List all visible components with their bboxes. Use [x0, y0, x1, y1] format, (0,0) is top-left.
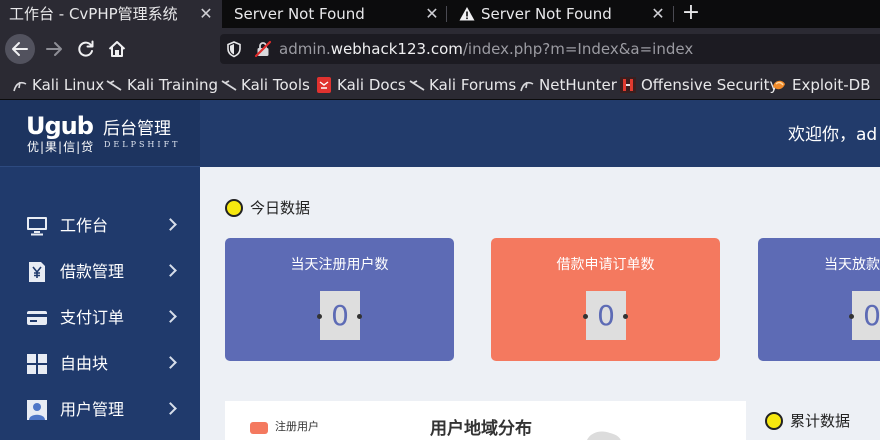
chart-title: 用户地域分布	[430, 419, 532, 439]
legend-swatch[interactable]	[250, 422, 268, 434]
tab-title: Server Not Found	[234, 5, 365, 23]
top-header: 欢迎你，ad	[200, 100, 880, 167]
card-title: 当天放款	[824, 257, 880, 273]
back-button[interactable]	[5, 34, 35, 64]
welcome-text: 欢迎你，ad	[788, 125, 878, 145]
brand-subtitle: DELPSHIFT	[104, 140, 181, 149]
cumulative-section-title: 累计数据	[790, 412, 851, 430]
chevron-right-icon	[164, 402, 177, 415]
kali-docs-icon	[317, 77, 331, 93]
sidebar-item-label: 用户管理	[60, 400, 125, 419]
close-tab-icon[interactable]: ✕	[422, 0, 442, 28]
kali-dragon-icon	[520, 81, 534, 92]
legend-label[interactable]: 注册用户	[275, 420, 319, 434]
tab-divider	[673, 6, 674, 22]
card-daily-disbursement: 当天放款 0	[758, 238, 880, 361]
kali-dragon-icon	[13, 81, 27, 92]
home-button[interactable]	[102, 34, 132, 64]
tab-server-not-found-2[interactable]: Server Not Found ✕	[447, 0, 673, 28]
smiley-icon	[765, 412, 783, 430]
tab-title: Server Not Found	[481, 5, 612, 23]
forward-button[interactable]	[40, 34, 70, 64]
sidebar-item-label: 自由块	[60, 354, 109, 373]
sidebar-item-label: 工作台	[60, 216, 109, 235]
chevron-right-icon	[164, 218, 177, 231]
sidebar-item-workbench[interactable]: 工作台	[0, 203, 200, 249]
bookmark-nethunter[interactable]: NetHunter	[539, 76, 617, 94]
url-path: /index.php?m=Index&a=index	[462, 40, 694, 58]
shield-icon[interactable]	[225, 40, 243, 58]
back-arrow-icon	[12, 42, 28, 56]
kali-dragon-icon	[221, 80, 237, 91]
bookmark-kali-linux[interactable]: Kali Linux	[32, 76, 104, 94]
brand-logo-subtext: 优|果|信|贷	[27, 140, 95, 154]
bookmark-kali-docs[interactable]: Kali Docs	[337, 76, 406, 94]
card-value: 0	[586, 291, 626, 340]
close-tab-icon[interactable]: ✕	[196, 0, 216, 28]
bookmark-offensive-security[interactable]: Offensive Security	[641, 76, 778, 94]
reload-button[interactable]	[71, 34, 101, 64]
sidebar-item-users[interactable]: 用户管理	[0, 387, 200, 433]
card-value: 0	[320, 291, 360, 340]
today-section-title: 今日数据	[250, 199, 311, 217]
new-tab-plus-icon[interactable]: +	[680, 0, 702, 28]
bookmark-kali-forums[interactable]: Kali Forums	[429, 76, 516, 94]
card-registered-users: 当天注册用户数 0	[225, 238, 454, 361]
tab-title: 工作台 - CvPHP管理系统	[9, 5, 178, 23]
offsec-icon	[620, 77, 636, 93]
bookmark-kali-training[interactable]: Kali Training	[127, 76, 218, 94]
url-text[interactable]: admin.webhack123.com/index.php?m=Index&a…	[279, 39, 693, 59]
url-prefix: admin.	[279, 40, 331, 58]
sidebar-item-free-blocks[interactable]: 自由块	[0, 341, 200, 387]
forward-arrow-icon	[46, 42, 62, 56]
warning-icon	[459, 7, 475, 21]
chevron-right-icon	[164, 356, 177, 369]
home-icon	[108, 41, 126, 57]
browser-tab-bar: 工作台 - CvPHP管理系统 ✕ Server Not Found ✕ Ser…	[0, 0, 880, 28]
grid-icon	[27, 354, 47, 374]
card-dot	[357, 314, 362, 319]
sidebar: Ugub 优|果|信|贷 后台管理 DELPSHIFT 工作台 借款管理 支付订…	[0, 100, 200, 440]
bookmarks-toolbar: Kali Linux Kali Training Kali Tools Kali…	[0, 70, 880, 100]
monitor-icon	[27, 217, 47, 236]
bookmark-kali-tools[interactable]: Kali Tools	[241, 76, 310, 94]
reload-icon	[78, 40, 94, 57]
bookmark-exploit-db[interactable]: Exploit-DB	[792, 76, 871, 94]
close-tab-icon[interactable]: ✕	[648, 0, 668, 28]
card-dot	[317, 314, 322, 319]
chevron-right-icon	[164, 310, 177, 323]
tab-server-not-found-1[interactable]: Server Not Found ✕	[222, 0, 446, 28]
sidebar-item-label: 支付订单	[60, 308, 125, 327]
kali-dragon-icon	[409, 80, 425, 91]
tab-admin[interactable]: 工作台 - CvPHP管理系统 ✕	[0, 0, 222, 28]
sidebar-item-payment-orders[interactable]: 支付订单	[0, 295, 200, 341]
china-map-shape	[587, 431, 621, 440]
url-host: webhack123.com	[330, 40, 463, 58]
insecure-lock-icon[interactable]	[254, 40, 272, 58]
admin-page: Ugub 优|果|信|贷 后台管理 DELPSHIFT 工作台 借款管理 支付订…	[0, 100, 880, 440]
brand-area: Ugub 优|果|信|贷 后台管理 DELPSHIFT	[0, 100, 200, 167]
card-title: 当天注册用户数	[290, 257, 389, 273]
region-chart-panel: 注册用户 用户地域分布	[225, 401, 746, 440]
card-loan-applications: 借款申请订单数 0	[491, 238, 720, 361]
sidebar-item-loans[interactable]: 借款管理	[0, 249, 200, 295]
card-title: 借款申请订单数	[556, 257, 655, 273]
card-icon	[27, 311, 47, 325]
card-value: 0	[852, 291, 880, 340]
kali-dragon-icon	[106, 80, 122, 91]
card-dot	[849, 314, 854, 319]
brand-logo: Ugub	[26, 112, 94, 140]
brand-title: 后台管理	[103, 119, 171, 139]
chevron-right-icon	[164, 264, 177, 277]
card-dot	[583, 314, 588, 319]
card-dot	[623, 314, 628, 319]
smiley-icon	[225, 199, 243, 217]
yen-document-icon	[29, 262, 45, 282]
exploit-db-icon	[773, 80, 785, 90]
user-icon	[27, 400, 47, 420]
sidebar-item-label: 借款管理	[60, 262, 125, 281]
